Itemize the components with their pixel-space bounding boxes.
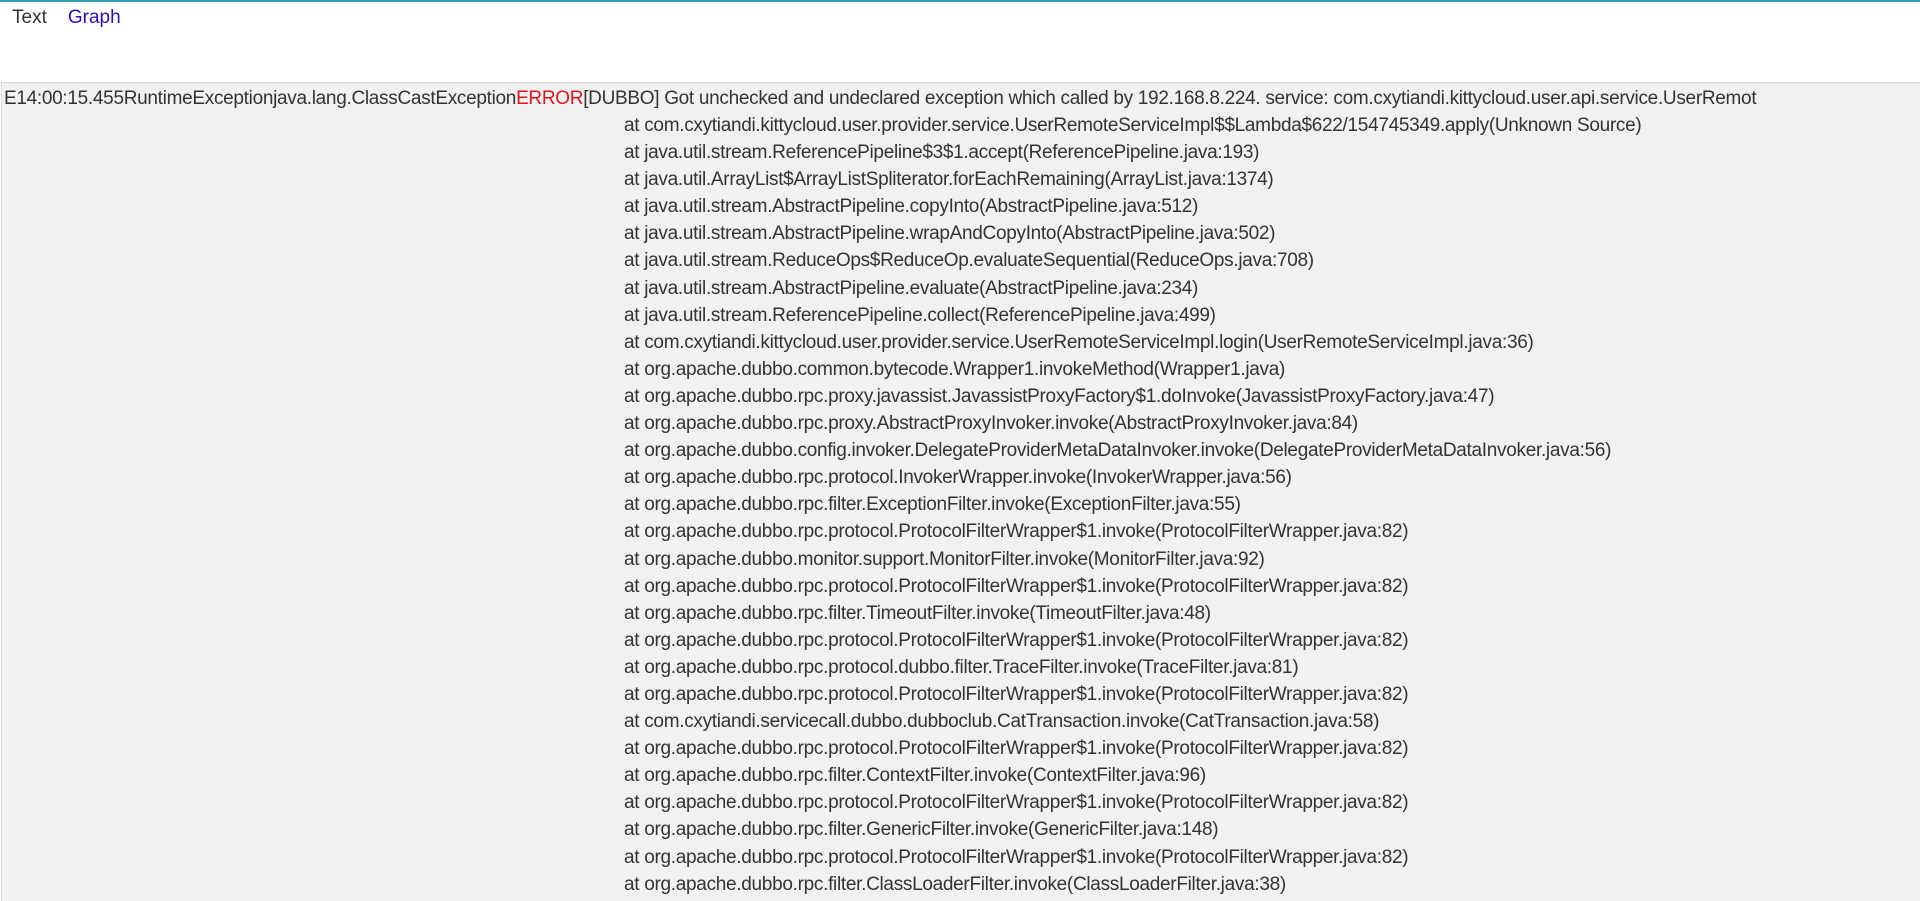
tab-text[interactable]: Text bbox=[12, 7, 47, 29]
log-header: E 14:00:15.455 RuntimeException java.lang.C… bbox=[4, 87, 1757, 111]
stack-frame: at org.apache.dubbo.rpc.protocol.Protoco… bbox=[624, 521, 1409, 543]
stack-frame: at com.cxytiandi.kittycloud.user.provide… bbox=[624, 331, 1534, 353]
stack-frame: at org.apache.dubbo.rpc.filter.Exception… bbox=[624, 494, 1241, 516]
stack-frame: at java.util.stream.ReduceOps$ReduceOp.e… bbox=[624, 250, 1314, 272]
stack-frame: at org.apache.dubbo.monitor.support.Moni… bbox=[624, 548, 1265, 570]
log-exception-class: java.lang.ClassCastException bbox=[273, 88, 517, 109]
stack-frame: at java.util.stream.ReferencePipeline.co… bbox=[624, 304, 1216, 326]
stack-frame: at org.apache.dubbo.rpc.filter.ClassLoad… bbox=[624, 873, 1286, 895]
stack-frame: at org.apache.dubbo.rpc.protocol.dubbo.f… bbox=[624, 656, 1299, 678]
stack-frame: at java.util.stream.AbstractPipeline.wra… bbox=[624, 223, 1276, 245]
stack-frame: at org.apache.dubbo.rpc.protocol.Protoco… bbox=[624, 846, 1409, 868]
stack-frame: at java.util.ArrayList$ArrayListSplitera… bbox=[624, 169, 1274, 191]
stack-frame: at org.apache.dubbo.rpc.protocol.Invoker… bbox=[624, 467, 1292, 489]
stack-frame: at org.apache.dubbo.rpc.protocol.Protoco… bbox=[624, 683, 1409, 705]
stack-frame: at org.apache.dubbo.config.invoker.Deleg… bbox=[624, 440, 1612, 462]
stack-frame: at java.util.stream.ReferencePipeline$3$… bbox=[624, 142, 1260, 164]
stack-frame: at org.apache.dubbo.rpc.protocol.Protoco… bbox=[624, 792, 1409, 814]
stack-frame: at org.apache.dubbo.rpc.protocol.Protoco… bbox=[624, 738, 1409, 760]
log-panel: E 14:00:15.455 RuntimeException java.lang.C… bbox=[1, 82, 1920, 901]
stack-frame: at org.apache.dubbo.common.bytecode.Wrap… bbox=[624, 358, 1286, 380]
tab-graph[interactable]: Graph bbox=[68, 7, 121, 29]
log-name: RuntimeException bbox=[123, 88, 274, 109]
log-level-badge: ERROR bbox=[516, 88, 584, 109]
stack-frame: at com.cxytiandi.kittycloud.user.provide… bbox=[624, 115, 1642, 136]
stack-frame: at com.cxytiandi.servicecall.dubbo.dubbo… bbox=[624, 711, 1380, 733]
log-type: E bbox=[4, 88, 17, 109]
stack-frame: at org.apache.dubbo.rpc.filter.GenericFi… bbox=[624, 819, 1219, 841]
stack-frame: at org.apache.dubbo.rpc.protocol.Protoco… bbox=[624, 575, 1409, 597]
stack-frame: at org.apache.dubbo.rpc.filter.ContextFi… bbox=[624, 765, 1206, 787]
stack-trace: at com.cxytiandi.kittycloud.user.provide… bbox=[624, 112, 1642, 898]
stack-frame: at org.apache.dubbo.rpc.proxy.AbstractPr… bbox=[624, 413, 1358, 435]
stack-frame: at java.util.stream.AbstractPipeline.eva… bbox=[624, 277, 1199, 299]
view-tabs: Text Graph bbox=[12, 6, 142, 30]
log-time: 14:00:15.455 bbox=[16, 88, 124, 109]
stack-frame: at org.apache.dubbo.rpc.filter.TimeoutFi… bbox=[624, 602, 1211, 624]
top-accent-rule bbox=[0, 0, 1920, 2]
stack-frame: at java.util.stream.AbstractPipeline.cop… bbox=[624, 196, 1199, 218]
log-message: [DUBBO] Got unchecked and undeclared exc… bbox=[583, 88, 1757, 109]
stack-frame: at org.apache.dubbo.rpc.proxy.javassist.… bbox=[624, 385, 1495, 407]
stack-frame: at org.apache.dubbo.rpc.protocol.Protoco… bbox=[624, 629, 1409, 651]
